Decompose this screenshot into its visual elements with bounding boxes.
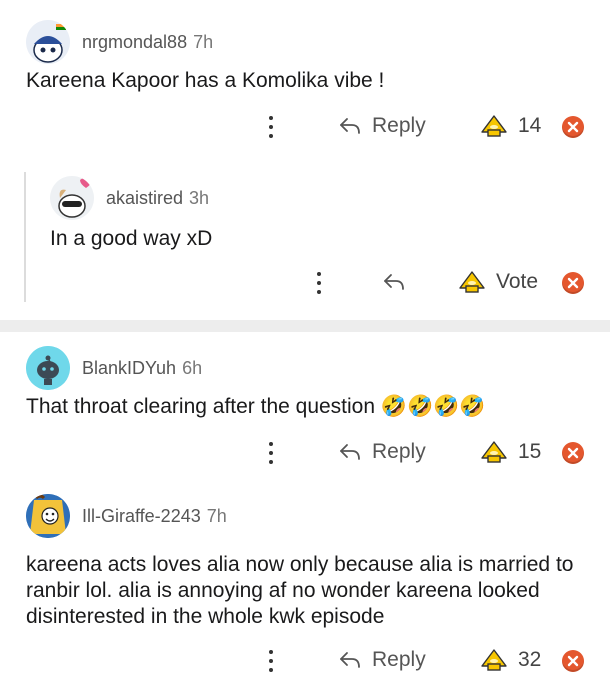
upvote-icon <box>481 115 507 137</box>
upvote-icon <box>481 649 507 671</box>
thread-separator <box>0 320 610 332</box>
reply-button[interactable]: Reply <box>338 648 426 672</box>
downvote-icon[interactable] <box>562 116 584 138</box>
downvote-icon[interactable] <box>562 442 584 464</box>
upvote-icon <box>459 271 485 293</box>
reply-label: Reply <box>372 648 426 671</box>
username[interactable]: Ill-Giraffe-2243 <box>82 506 201 527</box>
timestamp: 7h <box>206 505 227 526</box>
timestamp: 3h <box>189 187 210 208</box>
comment-header: BlankIDYuh 6h <box>26 346 202 390</box>
comment-body: That throat clearing after the question … <box>26 395 486 418</box>
timestamp: 6h <box>182 357 203 378</box>
downvote-icon[interactable] <box>562 650 584 672</box>
avatar[interactable] <box>26 20 70 64</box>
comment-header: nrgmondal88 7h <box>26 20 213 64</box>
upvote-icon <box>481 441 507 463</box>
comment-actions: Reply 15 <box>0 434 610 474</box>
comment-actions: Reply 14 <box>0 108 610 148</box>
avatar[interactable] <box>26 494 70 538</box>
reply-button[interactable]: Reply <box>338 114 426 138</box>
comment-body: Kareena Kapoor has a Komolika vibe ! <box>26 69 385 92</box>
comment-header: akaistired 3h <box>50 176 209 220</box>
comment-actions: Vote <box>0 264 610 304</box>
vote-count: 14 <box>518 114 542 137</box>
reply-button[interactable]: Reply <box>338 440 426 464</box>
reply-button[interactable] <box>382 272 416 292</box>
upvote-button[interactable]: 14 <box>480 114 541 138</box>
reply-label: Reply <box>372 440 426 463</box>
username[interactable]: BlankIDYuh <box>82 358 176 379</box>
upvote-button[interactable]: 15 <box>480 440 541 464</box>
reply-arrow-icon <box>340 444 360 460</box>
reply-arrow-icon <box>340 118 360 134</box>
downvote-icon[interactable] <box>562 272 584 294</box>
vote-count: 32 <box>518 648 542 671</box>
comment-body: In a good way xD <box>50 227 213 250</box>
more-options-icon[interactable] <box>262 646 280 676</box>
more-options-icon[interactable] <box>262 438 280 468</box>
timestamp: 7h <box>193 31 214 52</box>
comment-body: kareena acts loves alia now only because… <box>26 553 574 628</box>
username[interactable]: nrgmondal88 <box>82 32 187 53</box>
vote-count: 15 <box>518 440 542 463</box>
upvote-button[interactable]: 32 <box>480 648 541 672</box>
comment-actions: Reply 32 <box>0 642 610 682</box>
upvote-button[interactable]: Vote <box>458 270 538 294</box>
reply-label: Reply <box>372 114 426 137</box>
username[interactable]: akaistired <box>106 188 183 209</box>
more-options-icon[interactable] <box>262 112 280 142</box>
vote-count: Vote <box>496 270 539 293</box>
avatar[interactable] <box>26 346 70 390</box>
comment-header: Ill-Giraffe-2243 7h <box>26 494 227 538</box>
more-options-icon[interactable] <box>310 268 328 298</box>
reply-arrow-icon <box>340 652 360 668</box>
reply-arrow-icon <box>384 274 404 290</box>
avatar[interactable] <box>50 176 94 220</box>
